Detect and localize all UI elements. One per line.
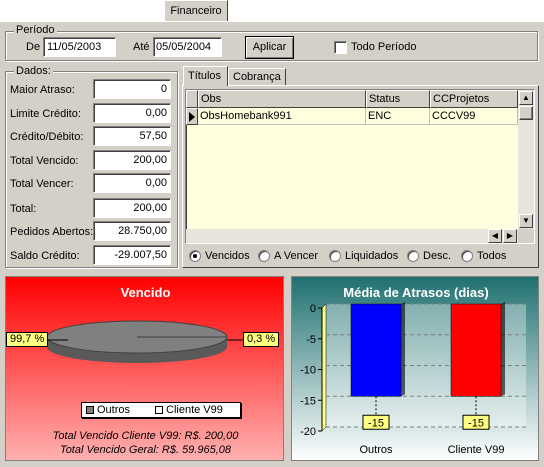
scroll-corner	[518, 229, 534, 243]
dados-value-field[interactable]: 0,00	[93, 173, 171, 193]
dados-label: Saldo Crédito:	[10, 250, 80, 262]
pie-footer-cliente: Total Vencido Cliente V99: R$. 200,00	[52, 430, 239, 442]
legend-swatch-cliente	[155, 406, 163, 414]
todo-periodo-label: Todo Período	[351, 41, 417, 53]
pie-label-outros: 99,7 %	[6, 332, 49, 347]
legend-cliente: Cliente V99	[166, 404, 223, 416]
row-pointer-icon	[189, 112, 195, 122]
vencido-chart-panel: Vencido 99,7 % 0,3 % Outros Cliente V99 …	[5, 276, 284, 461]
y-tick-label: -15	[300, 395, 316, 407]
dados-value: 0	[160, 83, 167, 95]
y-tick-label: -5	[306, 334, 316, 346]
legend-swatch-outros	[86, 406, 94, 414]
tab-titulos[interactable]: Títulos	[183, 66, 228, 86]
bar-1	[450, 303, 502, 397]
dados-label: Total:	[10, 203, 37, 215]
dados-label: Limite Crédito:	[10, 108, 81, 120]
bar-0	[350, 303, 402, 397]
todo-periodo-checkbox[interactable]	[334, 41, 347, 54]
table-row-status[interactable]: ENC	[366, 108, 430, 125]
media-atrasos-chart-panel: Média de Atrasos (dias) 0 -5 -10 -15 -20 -15 O…	[291, 276, 539, 461]
pie-legend: Outros Cliente V99	[81, 402, 241, 418]
filter-radio[interactable]	[329, 250, 341, 262]
grid-header-ccprojetos[interactable]: CCProjetos	[430, 90, 518, 108]
dados-value-field[interactable]: 200,00	[93, 198, 171, 218]
dados-legend: Dados:	[14, 65, 53, 77]
dados-value: 28.750,00	[118, 225, 167, 237]
tab-cobranca-label: Cobrança	[233, 71, 281, 83]
scroll-thumb[interactable]	[519, 106, 533, 120]
dados-label: Pedidos Abertos:	[10, 226, 94, 238]
tab-titulos-label: Títulos	[188, 70, 222, 82]
dados-label: Total Vencer:	[10, 178, 74, 190]
bar-value-label: -15	[368, 417, 384, 429]
filter-radio[interactable]	[258, 250, 270, 262]
dados-label: Crédito/Débito:	[10, 131, 84, 143]
y-tick-label: -10	[300, 365, 316, 377]
scroll-down-icon[interactable]: ▼	[519, 214, 533, 228]
bar-side	[501, 302, 505, 397]
filter-label: Vencidos	[205, 250, 250, 262]
dados-value: 0,00	[145, 107, 167, 119]
media-atrasos-bar-chart: 0 -5 -10 -15 -20 -15 Outros -15 Cliente V99	[300, 302, 526, 456]
table-row-obs[interactable]: ObsHomebank991	[198, 108, 366, 125]
x-category-label: Outros	[359, 444, 393, 456]
scroll-right-icon[interactable]: ▶	[503, 229, 517, 243]
table-row-ccprojetos[interactable]: CCCV99	[430, 108, 518, 125]
filter-radio[interactable]	[189, 250, 201, 262]
dados-value: 200,00	[133, 202, 167, 214]
grid-row-indicator	[186, 108, 198, 125]
periodo-legend: Período	[14, 24, 57, 36]
x-category-label: Cliente V99	[448, 444, 505, 456]
filter-label: Liquidados	[345, 250, 399, 262]
dados-value: 0,00	[145, 177, 167, 189]
grid-header-obs[interactable]: Obs	[198, 90, 366, 108]
aplicar-button-label: Aplicar	[252, 41, 287, 53]
grid-header-status[interactable]: Status	[366, 90, 430, 108]
y-tick-label: -20	[300, 426, 316, 438]
dados-value: 200,00	[133, 154, 167, 166]
dados-value: -29.007,50	[114, 249, 167, 261]
dados-value-field[interactable]: 57,50	[93, 126, 171, 146]
tab-financeiro[interactable]: Financeiro	[164, 0, 228, 22]
pie-footer-geral: Total Vencido Geral: R$. 59.965,08	[59, 444, 232, 456]
filter-label: A Vencer	[274, 250, 319, 262]
grid-vertical-scrollbar[interactable]: ▲ ▼	[518, 90, 534, 229]
dados-value-field[interactable]: 0,00	[93, 103, 171, 123]
filter-label: Desc.	[423, 250, 452, 262]
dados-value-field[interactable]: 0	[93, 79, 171, 99]
tab-cobranca[interactable]: Cobrança	[228, 68, 286, 86]
filter-label: Todos	[477, 250, 507, 262]
grid-horizontal-scrollbar[interactable]: ◀ ▶	[186, 229, 518, 243]
scroll-up-icon[interactable]: ▲	[519, 91, 533, 105]
ate-date-input[interactable]: 05/05/2004	[153, 37, 222, 57]
dados-label: Maior Atraso:	[10, 84, 75, 96]
de-label: De	[26, 41, 41, 53]
filter-radio[interactable]	[461, 250, 473, 262]
bar-side	[401, 302, 405, 397]
vencido-pie	[46, 320, 244, 363]
titulos-grid[interactable]: Obs Status CCProjetos ObsHomebank991 ENC…	[185, 89, 535, 244]
plot-left-wall	[321, 303, 327, 432]
dados-value: 57,50	[139, 130, 167, 142]
vencido-chart-title: Vencido	[120, 285, 171, 300]
dados-value-field[interactable]: -29.007,50	[93, 245, 171, 265]
dados-label: Total Vencido:	[10, 155, 79, 167]
aplicar-button[interactable]: Aplicar	[245, 36, 294, 59]
bar-value-label: -15	[468, 417, 484, 429]
ate-label: Até	[133, 41, 150, 53]
legend-outros: Outros	[97, 404, 131, 416]
de-date-input[interactable]: 11/05/2003	[43, 37, 116, 57]
grid-corner	[186, 90, 198, 108]
dados-value-field[interactable]: 200,00	[93, 150, 171, 170]
y-tick-label: 0	[310, 303, 316, 315]
scroll-left-icon[interactable]: ◀	[488, 229, 502, 243]
dados-value-field[interactable]: 28.750,00	[93, 221, 171, 241]
filter-radio[interactable]	[407, 250, 419, 262]
pie-label-cliente: 0,3 %	[243, 332, 280, 347]
media-atrasos-title: Média de Atrasos (dias)	[343, 285, 489, 300]
